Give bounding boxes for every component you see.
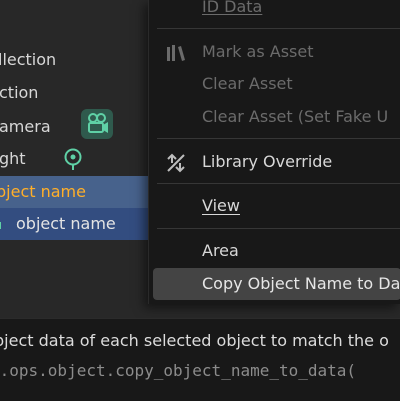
mesh-data-icon bbox=[0, 214, 6, 229]
outliner-row-label: object name bbox=[16, 214, 116, 233]
menu-item-label: ID Data bbox=[202, 0, 263, 16]
tooltip-description: bject data of each selected object to ma… bbox=[0, 331, 389, 350]
menu-item-library-override[interactable]: Library Override bbox=[149, 146, 400, 178]
outliner-row-label: ght bbox=[0, 149, 26, 168]
menu-item-copy-object-name-to-data[interactable]: Copy Object Name to Da bbox=[153, 268, 400, 300]
outliner-row-camera[interactable]: amera bbox=[0, 109, 148, 143]
menu-item-label: Copy Object Name to Da bbox=[202, 274, 400, 293]
outliner-row-label: ction bbox=[0, 83, 39, 102]
outliner-row-label: amera bbox=[0, 117, 51, 136]
menu-item-label: Area bbox=[202, 241, 239, 260]
menu-item-area[interactable]: Area bbox=[149, 235, 400, 267]
menu-item-mark-as-asset[interactable]: Mark as Asset bbox=[149, 36, 400, 68]
tooltip-python: y.ops.object.copy_object_name_to_data( bbox=[0, 361, 357, 380]
outliner-row-active-object[interactable]: bject name bbox=[0, 176, 148, 208]
menu-item-view[interactable]: View bbox=[149, 190, 400, 222]
outliner-row-label: llection bbox=[0, 50, 57, 69]
menu-item-label: Clear Asset (Set Fake U bbox=[202, 107, 389, 126]
outliner-row-label: bject name bbox=[0, 182, 86, 201]
menu-item-clear-asset[interactable]: Clear Asset bbox=[149, 68, 400, 100]
operator-tooltip: bject data of each selected object to ma… bbox=[0, 318, 400, 401]
menu-item-clear-asset-fake-user[interactable]: Clear Asset (Set Fake U bbox=[149, 101, 400, 133]
menu-item-id-data[interactable]: ID Data bbox=[149, 0, 400, 23]
context-menu: ID Data Mark as Asset Clear Asset Clear … bbox=[148, 0, 400, 304]
menu-item-label: View bbox=[202, 196, 240, 215]
light-data-icon[interactable] bbox=[62, 147, 84, 171]
menu-item-label: Library Override bbox=[202, 152, 333, 171]
camera-data-icon[interactable] bbox=[81, 109, 113, 139]
outliner-row-light[interactable]: ght bbox=[0, 143, 148, 175]
menu-separator bbox=[157, 183, 400, 184]
menu-item-label: Clear Asset bbox=[202, 74, 293, 93]
asset-icon bbox=[165, 42, 187, 62]
menu-separator bbox=[157, 138, 400, 139]
menu-item-label: Mark as Asset bbox=[202, 42, 314, 61]
menu-separator bbox=[157, 228, 400, 229]
outliner-row-collection[interactable]: llection bbox=[0, 44, 148, 76]
outliner-row-object-data[interactable]: object name bbox=[0, 208, 148, 240]
library-override-icon bbox=[165, 152, 187, 173]
menu-separator bbox=[157, 28, 400, 29]
outliner-row-collection-2[interactable]: ction bbox=[0, 77, 148, 109]
